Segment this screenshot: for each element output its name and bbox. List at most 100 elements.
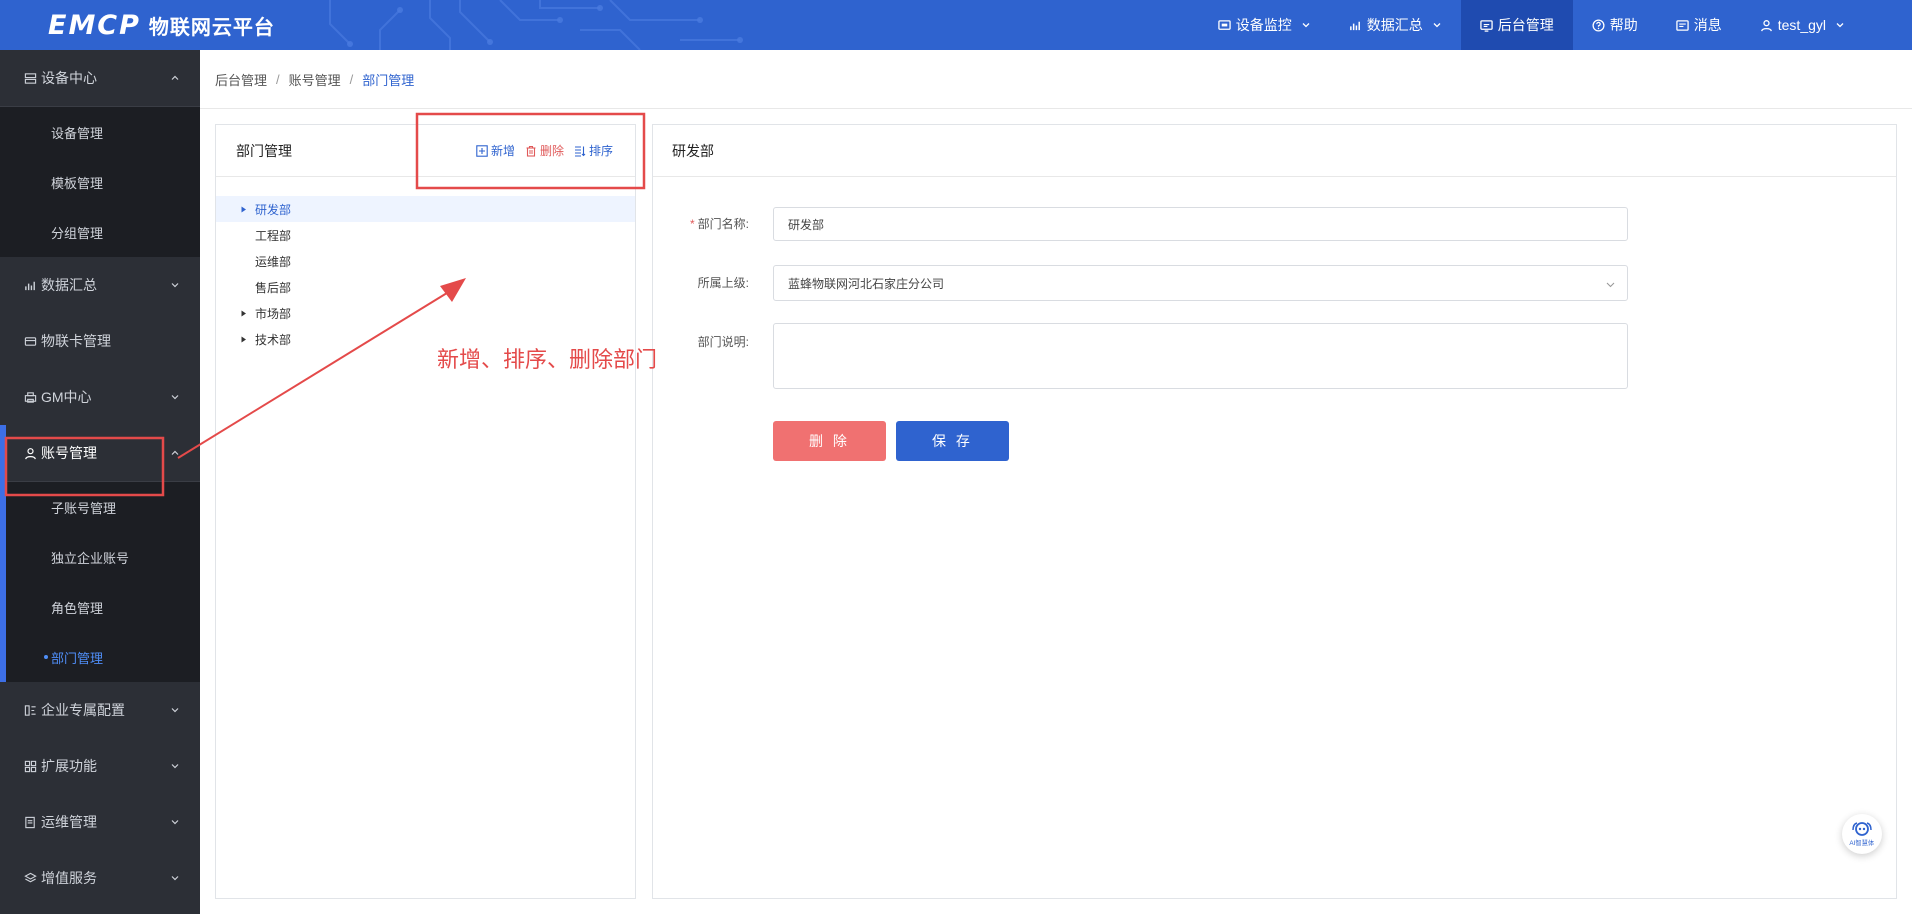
sidebar-group-label: 账号管理 [41, 445, 97, 461]
sidebar: 设备中心 设备管理 模板管理 分组管理 数据汇总 物联卡管理 GM中心 账号管理… [0, 50, 200, 914]
tree-node-rd[interactable]: 研发部 [216, 196, 635, 222]
breadcrumb-item[interactable]: 后台管理 [215, 70, 267, 89]
sort-department-button[interactable]: 排序 [574, 142, 613, 159]
sidebar-item-label: 子账号管理 [51, 500, 117, 516]
nav-user[interactable]: test_gyl [1741, 0, 1864, 50]
sidebar-item-sub-account[interactable]: 子账号管理 [6, 482, 200, 532]
sidebar-group-label: 企业专属配置 [41, 702, 125, 718]
panel-title: 部门管理 [236, 142, 292, 159]
sidebar-item-label: 独立企业账号 [51, 550, 130, 566]
top-nav: 设备监控 数据汇总 后台管理 帮助 消息 test_gyl [1199, 0, 1864, 50]
caret-right-icon[interactable] [240, 206, 247, 213]
sort-icon [574, 145, 586, 157]
breadcrumb-current: 部门管理 [362, 72, 415, 88]
server-icon [24, 72, 37, 84]
sidebar-group-data-summary[interactable]: 数据汇总 [0, 257, 200, 313]
sidebar-item-group-management[interactable]: 分组管理 [0, 207, 200, 257]
nav-messages[interactable]: 消息 [1657, 0, 1741, 50]
form-row-description: 部门说明: [653, 323, 1898, 389]
tree-node-marketing[interactable]: 市场部 [216, 300, 635, 326]
nav-label: test_gyl [1777, 17, 1826, 33]
add-square-icon [476, 144, 488, 157]
field-label: 部门说明: [697, 335, 749, 349]
nav-device-monitor[interactable]: 设备监控 [1199, 0, 1330, 50]
sidebar-item-role-management[interactable]: 角色管理 [6, 582, 200, 632]
detail-title: 研发部 [672, 142, 714, 159]
sidebar-group-label: GM中心 [41, 389, 92, 405]
field-label: 所属上级: [697, 276, 749, 290]
save-button[interactable]: 保 存 [896, 421, 1009, 461]
chevron-down-icon [171, 764, 179, 769]
logo-text: 物联网云平台 [148, 16, 275, 39]
sidebar-group-label: 增值服务 [41, 870, 97, 886]
tree-node-label: 售后部 [255, 280, 292, 295]
help-icon [1592, 18, 1605, 32]
department-name-input[interactable]: 研发部 [773, 207, 1628, 241]
add-label: 新增 [490, 144, 515, 158]
active-dot [44, 655, 48, 659]
nav-help[interactable]: 帮助 [1573, 0, 1657, 50]
parent-select[interactable]: 蓝蜂物联网河北石家庄分公司 [773, 265, 1628, 301]
nav-label: 设备监控 [1235, 17, 1292, 33]
chevron-down-icon [1302, 23, 1310, 28]
document-icon [25, 816, 35, 828]
sidebar-item-template-management[interactable]: 模板管理 [0, 157, 200, 207]
user-icon [1760, 19, 1772, 31]
sidebar-group-label: 运维管理 [41, 814, 97, 830]
sidebar-item-label: 部门管理 [51, 650, 104, 666]
annotation-text: 新增、排序、删除部门 [437, 347, 658, 372]
caret-right-icon[interactable] [240, 310, 247, 317]
sidebar-group-iot-card[interactable]: 物联卡管理 [0, 313, 200, 369]
add-department-button[interactable]: 新增 [476, 142, 515, 159]
sidebar-group-account[interactable]: 账号管理 [6, 425, 200, 481]
breadcrumb: 后台管理 / 账号管理 / 部门管理 [200, 50, 1912, 109]
printer-icon [24, 391, 37, 403]
chevron-up-icon [171, 450, 179, 455]
nav-admin[interactable]: 后台管理 [1460, 0, 1573, 50]
bar-chart-icon [1349, 21, 1360, 30]
config-icon [24, 704, 36, 716]
tree-node-ops[interactable]: 运维部 [216, 248, 635, 274]
submenu-account: 子账号管理 独立企业账号 角色管理 部门管理 [6, 481, 200, 682]
admin-icon [1480, 19, 1493, 32]
sidebar-item-device-management[interactable]: 设备管理 [0, 107, 200, 157]
delete-department-button[interactable]: 删除 [525, 142, 564, 159]
layers-icon [24, 872, 37, 882]
app-logo[interactable]: EMCP 物联网云平台 [48, 9, 275, 41]
department-description-textarea[interactable] [773, 323, 1628, 389]
sidebar-item-enterprise-account[interactable]: 独立企业账号 [6, 532, 200, 582]
delete-button[interactable]: 删 除 [773, 421, 886, 461]
sidebar-group-label: 扩展功能 [41, 758, 97, 774]
nav-data-summary[interactable]: 数据汇总 [1330, 0, 1461, 50]
sidebar-group-value-added[interactable]: 增值服务 [0, 850, 200, 906]
panel-header: 研发部 [653, 125, 1896, 177]
tree-node-label: 市场部 [255, 306, 292, 321]
sidebar-item-department-management[interactable]: 部门管理 [6, 632, 200, 682]
tree-node-after-sales[interactable]: 售后部 [216, 274, 635, 300]
caret-right-icon[interactable] [240, 336, 247, 343]
apps-icon [24, 760, 37, 772]
required-mark: * [689, 217, 695, 231]
sidebar-group-enterprise[interactable]: 企业专属配置 [0, 682, 200, 738]
sidebar-group-ops[interactable]: 运维管理 [0, 794, 200, 850]
sidebar-item-label: 分组管理 [51, 225, 104, 241]
sidebar-group-label: 物联卡管理 [41, 333, 111, 349]
card-icon [24, 336, 37, 346]
department-detail-panel: 研发部 * 部门名称: 研发部 所属上级: 蓝蜂物联网河北石家庄分公司 部门说明:… [652, 124, 1897, 899]
breadcrumb-separator: / [349, 71, 354, 87]
sidebar-group-device-center[interactable]: 设备中心 [0, 50, 200, 106]
sidebar-group-extension[interactable]: 扩展功能 [0, 738, 200, 794]
sidebar-group-gm-center[interactable]: GM中心 [0, 369, 200, 425]
breadcrumb-separator: / [276, 71, 280, 87]
chevron-down-icon [171, 708, 179, 713]
ai-assistant-button[interactable]: AI智慧体 [1842, 814, 1882, 854]
tree-node-label: 研发部 [255, 202, 292, 217]
chevron-down-icon [1606, 282, 1615, 288]
nav-label: 消息 [1693, 17, 1722, 33]
department-tree: 研发部 工程部 运维部 售后部 市场部 技术部 [216, 177, 635, 352]
nav-label: 帮助 [1609, 17, 1638, 33]
breadcrumb-item[interactable]: 账号管理 [289, 70, 341, 89]
tree-toolbar: 新增 删除 排序 [476, 142, 613, 159]
sidebar-group-account-wrapper: 账号管理 子账号管理 独立企业账号 角色管理 部门管理 [0, 425, 200, 682]
tree-node-engineering[interactable]: 工程部 [216, 222, 635, 248]
